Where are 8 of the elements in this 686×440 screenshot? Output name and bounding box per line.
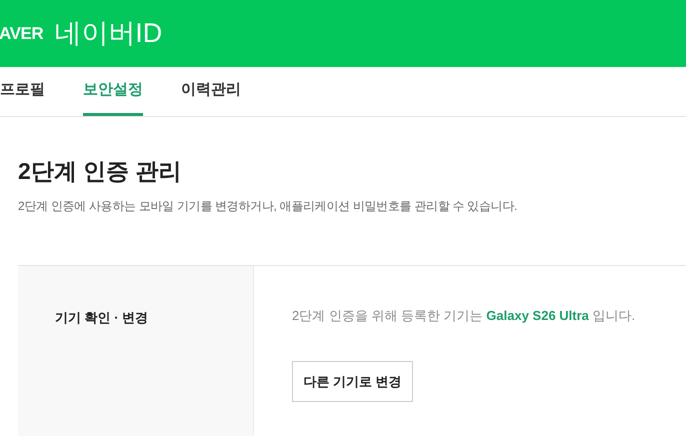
row-label: 기기 확인 · 변경: [55, 310, 148, 324]
device-text: 2단계 인증을 위해 등록한 기기는 Galaxy S26 Ultra 입니다.: [292, 306, 636, 325]
nav-tab[interactable]: 이력관리: [181, 67, 241, 116]
section-title: 2단계 인증 관리: [18, 157, 183, 186]
change-device-button[interactable]: 다른 기기로 변경: [292, 361, 413, 402]
section-description: 2단계 인증에 사용하는 모바일 기기를 변경하거나, 애플리케이션 비밀번호를 관리할 수 있습니다.: [18, 198, 518, 214]
site-title: 네이버ID: [54, 17, 162, 50]
nav-tab[interactable]: 프로필: [0, 67, 45, 116]
